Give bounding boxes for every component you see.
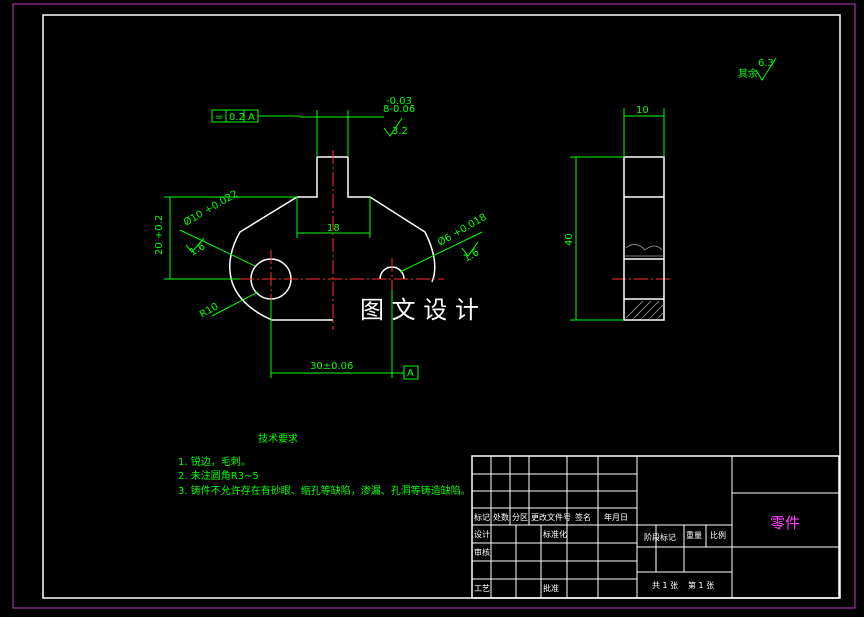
svg-text:Ø6 +0.018: Ø6 +0.018 — [436, 211, 489, 249]
svg-text:18: 18 — [327, 223, 340, 234]
svg-text:1.6: 1.6 — [188, 241, 207, 258]
roughness-symbol: 其余 6.3 — [738, 57, 777, 81]
cad-drawing-canvas: 其余 6.3 -0.03 8-0.06 = 0.2 A 3.2 18 20 +0… — [12, 3, 856, 609]
svg-text:重量: 重量 — [686, 530, 702, 540]
svg-text:比例: 比例 — [710, 530, 726, 540]
technical-notes: 技术要求 1. 锐边，毛刺。 2. 未注圆角R3~5 3. 铸件不允许存在有砂眼… — [178, 432, 471, 497]
svg-text:A: A — [248, 112, 255, 123]
svg-text:标准化: 标准化 — [543, 529, 567, 539]
svg-text:分区: 分区 — [512, 513, 528, 522]
svg-text:6.3: 6.3 — [758, 58, 774, 69]
svg-text:3.2: 3.2 — [392, 126, 408, 137]
svg-text:R10: R10 — [198, 301, 221, 320]
svg-text:更改文件号: 更改文件号 — [531, 512, 571, 522]
svg-text:签名: 签名 — [575, 512, 591, 522]
svg-text:Ø10 +0.022: Ø10 +0.022 — [182, 188, 241, 229]
side-view-hatching — [624, 244, 665, 319]
side-height-text: 40 — [564, 233, 575, 246]
svg-text:其余: 其余 — [738, 67, 758, 80]
watermark-text: 图 文 设 计 — [360, 296, 479, 324]
svg-text:处数: 处数 — [493, 512, 509, 522]
side-dimensions — [570, 108, 665, 321]
side-width-text: 10 — [636, 105, 649, 116]
front-dimensions — [164, 109, 483, 380]
svg-text:8-0.06: 8-0.06 — [383, 104, 415, 115]
svg-text:1.6: 1.6 — [462, 247, 481, 264]
part-name: 零件 — [770, 514, 800, 532]
svg-text:30±0.06: 30±0.06 — [310, 361, 353, 372]
svg-text:20 +0.2: 20 +0.2 — [154, 215, 165, 255]
svg-text:审核: 审核 — [474, 547, 490, 557]
side-view-outline — [623, 156, 665, 321]
svg-text:设计: 设计 — [474, 529, 490, 539]
svg-text:2. 未注圆角R3~5: 2. 未注圆角R3~5 — [178, 469, 259, 482]
svg-text:技术要求: 技术要求 — [258, 432, 298, 445]
svg-text:=: = — [215, 112, 223, 123]
svg-text:标记: 标记 — [474, 512, 490, 522]
svg-text:共 1 张: 共 1 张 — [652, 581, 678, 590]
svg-text:第 1 张: 第 1 张 — [688, 580, 714, 590]
svg-text:工艺: 工艺 — [474, 584, 490, 593]
svg-text:0.2: 0.2 — [229, 112, 245, 123]
svg-text:阶段标记: 阶段标记 — [644, 532, 676, 542]
svg-text:A: A — [407, 368, 414, 379]
front-dimension-text: -0.03 8-0.06 = 0.2 A 3.2 18 20 +0.2 Ø10 … — [154, 96, 489, 379]
svg-text:年月日: 年月日 — [604, 512, 628, 522]
svg-text:批准: 批准 — [543, 583, 559, 593]
svg-text:3. 铸件不允许存在有砂眼、缩孔等缺陷，渗漏、孔洞等铸造缺陷: 3. 铸件不允许存在有砂眼、缩孔等缺陷，渗漏、孔洞等铸造缺陷。 — [178, 484, 471, 497]
svg-text:1. 锐边，毛刺。: 1. 锐边，毛刺。 — [178, 455, 251, 468]
